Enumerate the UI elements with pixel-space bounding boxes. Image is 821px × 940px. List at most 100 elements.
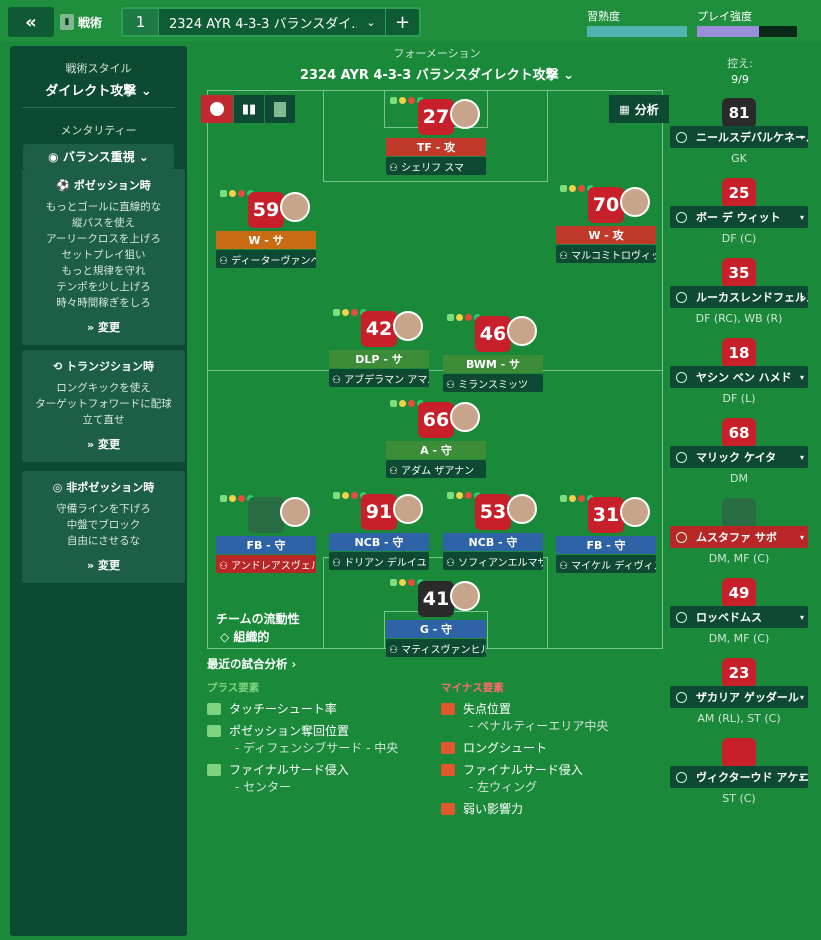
player-card[interactable]: 66 A - 守 ⚇ アダム ザアナン	[386, 398, 486, 478]
tactics-icon: ▮	[60, 14, 74, 30]
player-photo	[450, 402, 480, 432]
mentality-label: メンタリティー	[60, 124, 137, 137]
stats-view-button[interactable]: ▮▮	[234, 95, 264, 123]
player-name[interactable]: ⚇ アンドレアスヴェルス...	[216, 555, 316, 573]
player-name[interactable]: ⚇ マイケル ディヴィス	[556, 555, 656, 573]
sub-name[interactable]: ルーカスレンドフェルス ▾	[670, 286, 808, 308]
fluidity-value: ◇ 組織的	[220, 630, 270, 644]
tactic-name[interactable]: 2324 AYR 4-3-3 バランスダイ...	[159, 13, 357, 32]
transition-box: ⟲ トランジション時 ロングキックを使え ターゲットフォワードに配球 立て直せ …	[22, 350, 185, 462]
tactics-header: ▮ 戦術	[60, 7, 120, 37]
change-transition-button[interactable]: » 変更	[22, 436, 185, 452]
change-in-possession-button[interactable]: » 変更	[22, 319, 185, 335]
sub-jersey-number: 49	[722, 578, 756, 608]
instruction: もっと規律を守れ	[61, 265, 146, 277]
thumbs-down-icon	[441, 702, 455, 715]
sub-name[interactable]: ヤシン ベン ハメド ▾	[670, 366, 808, 388]
player-name[interactable]: ⚇ アダム ザアナン	[386, 460, 486, 478]
player-card[interactable]: 41 G - 守⚇ マティスヴァンヒルス	[386, 577, 486, 657]
player-card[interactable]: 53 NCB - 守⚇ ソフィアンエルマザード	[443, 490, 543, 570]
player-card[interactable]: 42 DLP - サ ⚇ アブデラマン アマル	[329, 307, 429, 387]
player-name[interactable]: ⚇ ディーターヴァンヘース	[216, 250, 316, 268]
player-name[interactable]: ⚇ マティスヴァンヒルス	[386, 639, 486, 657]
style-label: 戦術スタイル	[65, 62, 132, 75]
change-out-possession-button[interactable]: » 変更	[22, 557, 185, 573]
player-card[interactable]: 91 NCB - 守 ⚇ ドリアン デルイユ	[329, 490, 429, 570]
familiarity-meter[interactable]: 習熟度	[587, 8, 687, 37]
player-name[interactable]: ⚇ アブデラマン アマル	[329, 369, 429, 387]
sub-jersey-number	[722, 738, 756, 768]
sub-name[interactable]: ムスタファ サボ ▾	[670, 526, 808, 548]
player-role[interactable]: NCB - 守	[443, 533, 543, 551]
tactic-tab[interactable]: 1 2324 AYR 4-3-3 バランスダイ... ⌄ +	[121, 7, 421, 37]
analysis-button[interactable]: ▦ 分析	[609, 95, 669, 123]
instruction: 縦パスを使え	[72, 217, 135, 229]
player-role[interactable]: NCB - 守	[329, 533, 429, 551]
player-card[interactable]: 70 W - 攻⚇ マルコミトロヴィッチ	[556, 183, 656, 263]
player-card[interactable]: 27 TF - 攻 ⚇ シェリフ スマ	[386, 95, 486, 175]
player-name[interactable]: ⚇ ドリアン デルイユ	[329, 552, 429, 570]
analysis-detail: - ペナルティーエリア中央	[469, 719, 609, 733]
sub-jersey-number: 35	[722, 258, 756, 288]
player-role[interactable]: TF - 攻	[386, 138, 486, 156]
player-view-button[interactable]	[201, 95, 233, 123]
analysis-detail: - センター	[235, 780, 292, 794]
analysis-item: ポゼッション奪回位置	[207, 722, 398, 739]
jersey-number: 66	[418, 402, 454, 438]
intensity-fill	[697, 26, 759, 37]
thumbs-down-icon	[441, 763, 455, 776]
style-dropdown[interactable]: ダイレクト攻撃 ⌄	[22, 80, 175, 99]
player-role[interactable]: FB - 守	[216, 536, 316, 554]
jersey-number: 31	[588, 497, 624, 533]
sub-jersey-number: 68	[722, 418, 756, 448]
sub-name[interactable]: ロッベドムス ▾	[670, 606, 808, 628]
player-role[interactable]: G - 守	[386, 620, 486, 638]
tactic-slot-number[interactable]: 1	[123, 9, 159, 35]
player-role[interactable]: FB - 守	[556, 536, 656, 554]
player-role[interactable]: BWM - サ	[443, 355, 543, 373]
player-photo	[280, 192, 310, 222]
sub-name[interactable]: ニールスデバルケネール ▾	[670, 126, 808, 148]
player-photo	[507, 316, 537, 346]
in-possession-box: ⚽ ポゼッション時 もっとゴールに直線的な 縦パスを使え アーリークロスを上げろ…	[22, 169, 185, 345]
collapse-button[interactable]: «	[8, 7, 54, 37]
player-card[interactable]: 31 FB - 守 ⚇ マイケル ディヴィス	[556, 493, 656, 573]
player-name[interactable]: ⚇ マルコミトロヴィッチ	[556, 245, 656, 263]
add-tactic-button[interactable]: +	[385, 9, 419, 35]
jersey-number: 70	[588, 187, 624, 223]
role-view-button[interactable]	[265, 95, 295, 123]
player-name[interactable]: ⚇ ミランスミッツ	[443, 374, 543, 392]
sub-name[interactable]: マリック ケイタ ▾	[670, 446, 808, 468]
out-possession-title: ◎ 非ポゼッション時	[52, 481, 155, 494]
chevron-down-icon[interactable]: ⌄	[357, 16, 385, 29]
jersey-number: 42	[361, 311, 397, 347]
instruction: 守備ラインを下げろ	[56, 503, 151, 515]
mentality-dropdown[interactable]: ◉ バランス重視 ⌄	[23, 144, 174, 169]
recent-match-analysis: 最近の試合分析 › プラス要素 タッチーシュート率 ポゼッション奪回位置 - ディフ…	[207, 656, 667, 816]
sub-jersey-number: 25	[722, 178, 756, 208]
intensity-meter[interactable]: プレイ強度	[697, 8, 797, 37]
player-role[interactable]: W - 攻	[556, 226, 656, 244]
sub-name[interactable]: ボー デ ウィット ▾	[670, 206, 808, 228]
sub-positions: AM (RL), ST (C)	[697, 712, 781, 725]
player-card[interactable]: FB - 守⚇ アンドレアスヴェルス...	[216, 493, 316, 573]
plus-column: プラス要素 タッチーシュート率 ポゼッション奪回位置 - ディフェンシブサード - …	[207, 682, 399, 794]
analysis-detail: - 左ウィング	[469, 780, 538, 794]
sub-positions: ST (C)	[722, 792, 756, 805]
sub-name[interactable]: ザカリア ゲッダール ▾	[670, 686, 808, 708]
familiarity-fill	[587, 26, 687, 37]
player-role[interactable]: W - サ	[216, 231, 316, 249]
analysis-item: ロングシュート	[441, 739, 608, 756]
player-card[interactable]: 46 BWM - サ ⚇ ミランスミッツ	[443, 312, 543, 392]
analysis-link[interactable]: 最近の試合分析 ›	[207, 656, 667, 672]
player-role[interactable]: A - 守	[386, 441, 486, 459]
sub-name[interactable]: ヴィクターウド アケニエ ▾	[670, 766, 808, 788]
transition-title: ⟲ トランジション時	[52, 360, 155, 373]
analysis-item: タッチーシュート率	[207, 700, 398, 717]
player-name[interactable]: ⚇ ソフィアンエルマザード	[443, 552, 543, 570]
player-photo	[450, 581, 480, 611]
player-card[interactable]: 59 W - サ⚇ ディーターヴァンヘース	[216, 188, 316, 268]
player-name[interactable]: ⚇ シェリフ スマ	[386, 157, 486, 175]
player-role[interactable]: DLP - サ	[329, 350, 429, 368]
formation-dropdown[interactable]: 2324 AYR 4-3-3 バランスダイレクト攻撃 ⌄	[207, 64, 667, 83]
